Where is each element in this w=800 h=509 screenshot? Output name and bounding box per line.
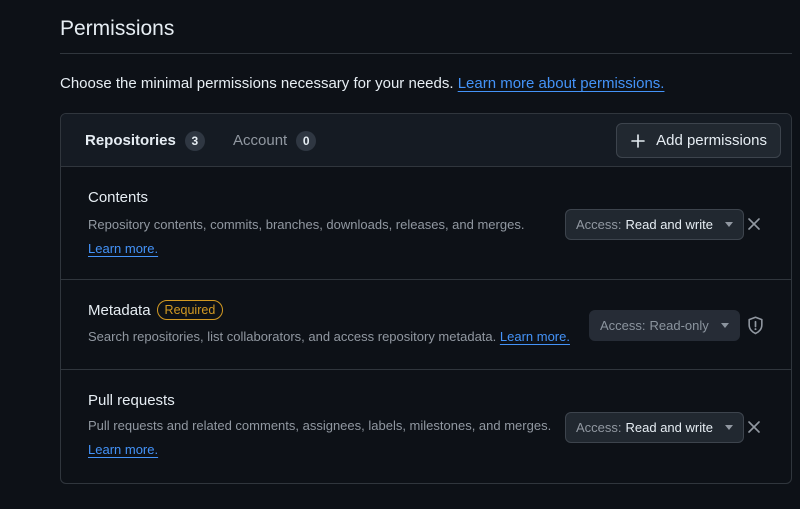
access-value: Read and write bbox=[625, 420, 713, 435]
learn-more-permissions-link[interactable]: Learn more about permissions. bbox=[458, 75, 665, 92]
permission-description: Pull requests and related comments, assi… bbox=[88, 414, 558, 462]
permission-name: Metadata Required bbox=[88, 300, 224, 320]
chevron-down-icon bbox=[720, 323, 729, 328]
access-label: Access: bbox=[600, 318, 646, 333]
add-permissions-label: Add permissions bbox=[656, 132, 767, 149]
remove-permission-button[interactable] bbox=[742, 212, 766, 236]
access-label: Access: bbox=[576, 420, 622, 435]
permission-description: Search repositories, list collaborators,… bbox=[88, 325, 588, 349]
tab-account-label: Account bbox=[233, 132, 288, 149]
add-permissions-button[interactable]: Add permissions bbox=[616, 123, 781, 158]
permission-description-text: Pull requests and related comments, assi… bbox=[88, 418, 552, 433]
access-select-metadata: Access: Read-only bbox=[589, 310, 740, 341]
tab-account-count: 0 bbox=[296, 130, 317, 151]
close-icon bbox=[748, 218, 760, 230]
permission-row-contents: Contents Repository contents, commits, b… bbox=[61, 167, 791, 280]
chevron-down-icon bbox=[724, 425, 733, 430]
title-divider bbox=[60, 53, 792, 54]
shield-icon bbox=[745, 315, 765, 335]
permission-learn-more-link[interactable]: Learn more. bbox=[500, 329, 570, 344]
tab-repositories-count: 3 bbox=[184, 130, 205, 151]
permission-learn-more-link[interactable]: Learn more. bbox=[88, 442, 158, 457]
plus-icon bbox=[630, 133, 646, 149]
tab-repositories-label: Repositories bbox=[85, 132, 176, 149]
access-value: Read-only bbox=[649, 318, 709, 333]
remove-permission-button[interactable] bbox=[742, 415, 766, 439]
chevron-down-icon bbox=[724, 222, 733, 227]
permission-learn-more-link[interactable]: Learn more. bbox=[88, 241, 158, 256]
permissions-panel: Repositories 3 Account 0 Add permissions… bbox=[60, 113, 792, 484]
permission-description: Repository contents, commits, branches, … bbox=[88, 213, 528, 261]
intro-text: Choose the minimal permissions necessary… bbox=[60, 75, 664, 92]
permission-name: Contents bbox=[88, 189, 148, 206]
permission-name-label: Metadata bbox=[88, 301, 151, 319]
access-value: Read and write bbox=[625, 217, 713, 232]
permission-row-pull-requests: Pull requests Pull requests and related … bbox=[61, 370, 791, 483]
access-label: Access: bbox=[576, 217, 622, 232]
permission-name-label: Contents bbox=[88, 189, 149, 206]
intro-description: Choose the minimal permissions necessary… bbox=[60, 75, 454, 92]
page-title: Permissions bbox=[60, 17, 175, 40]
access-select-pull-requests[interactable]: Access: Read and write bbox=[565, 412, 744, 443]
tab-account[interactable]: Account 0 bbox=[233, 114, 317, 167]
permission-description-text: Repository contents, commits, branches, … bbox=[88, 217, 525, 232]
permission-description-text: Search repositories, list collaborators,… bbox=[88, 329, 497, 344]
panel-header: Repositories 3 Account 0 Add permissions bbox=[61, 114, 791, 167]
permission-row-metadata: Metadata Required Search repositories, l… bbox=[61, 280, 791, 370]
permission-name: Pull requests bbox=[88, 392, 175, 409]
close-icon bbox=[748, 421, 760, 433]
access-select-contents[interactable]: Access: Read and write bbox=[565, 209, 744, 240]
required-badge: Required bbox=[156, 300, 224, 320]
tab-repositories[interactable]: Repositories 3 bbox=[85, 114, 205, 167]
permission-name-label: Pull requests bbox=[88, 392, 175, 409]
